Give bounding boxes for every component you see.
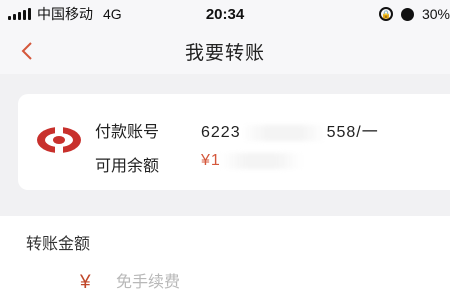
payer-account-row: 付款账号 6223 558/一 <box>95 118 379 142</box>
status-bar: 中国移动 4G 20:34 🔒 30% <box>0 0 450 28</box>
available-balance-row: 可用余额 ¥1 <box>95 152 301 176</box>
currency-symbol: ¥ <box>80 272 91 293</box>
balance-prefix: ¥1 <box>201 152 221 169</box>
bank-logo-icon <box>37 127 81 153</box>
signal-icon <box>8 8 31 20</box>
alarm-icon <box>400 7 414 21</box>
status-icons: 🔒 30% <box>378 6 450 22</box>
back-button[interactable] <box>12 34 42 68</box>
transfer-amount-title: 转账金额 <box>26 236 91 253</box>
available-balance-value: ¥1 <box>201 152 301 176</box>
payer-account-suffix: 558/一 <box>326 124 379 141</box>
masked-digits <box>240 124 327 141</box>
payer-account-label: 付款账号 <box>95 124 160 141</box>
navigation-bar: 我要转账 <box>0 28 450 74</box>
amount-input[interactable] <box>116 270 416 296</box>
clock: 20:34 <box>205 5 245 23</box>
available-balance-label: 可用余额 <box>95 158 160 175</box>
masked-balance <box>220 152 301 169</box>
transfer-amount-section: 转账金额 ¥ <box>0 216 450 300</box>
payer-account-prefix: 6223 <box>201 124 241 141</box>
payer-account-card[interactable]: 付款账号 6223 558/一 可用余额 ¥1 <box>18 94 450 190</box>
page-title: 我要转账 <box>184 42 265 64</box>
network-type: 4G <box>103 6 122 22</box>
carrier-name: 中国移动 <box>37 6 93 22</box>
payer-account-number: 6223 558/一 <box>201 118 379 142</box>
battery-level: 30% <box>421 6 450 22</box>
orientation-lock-icon: 🔒 <box>378 7 393 21</box>
chevron-left-icon <box>21 42 32 60</box>
